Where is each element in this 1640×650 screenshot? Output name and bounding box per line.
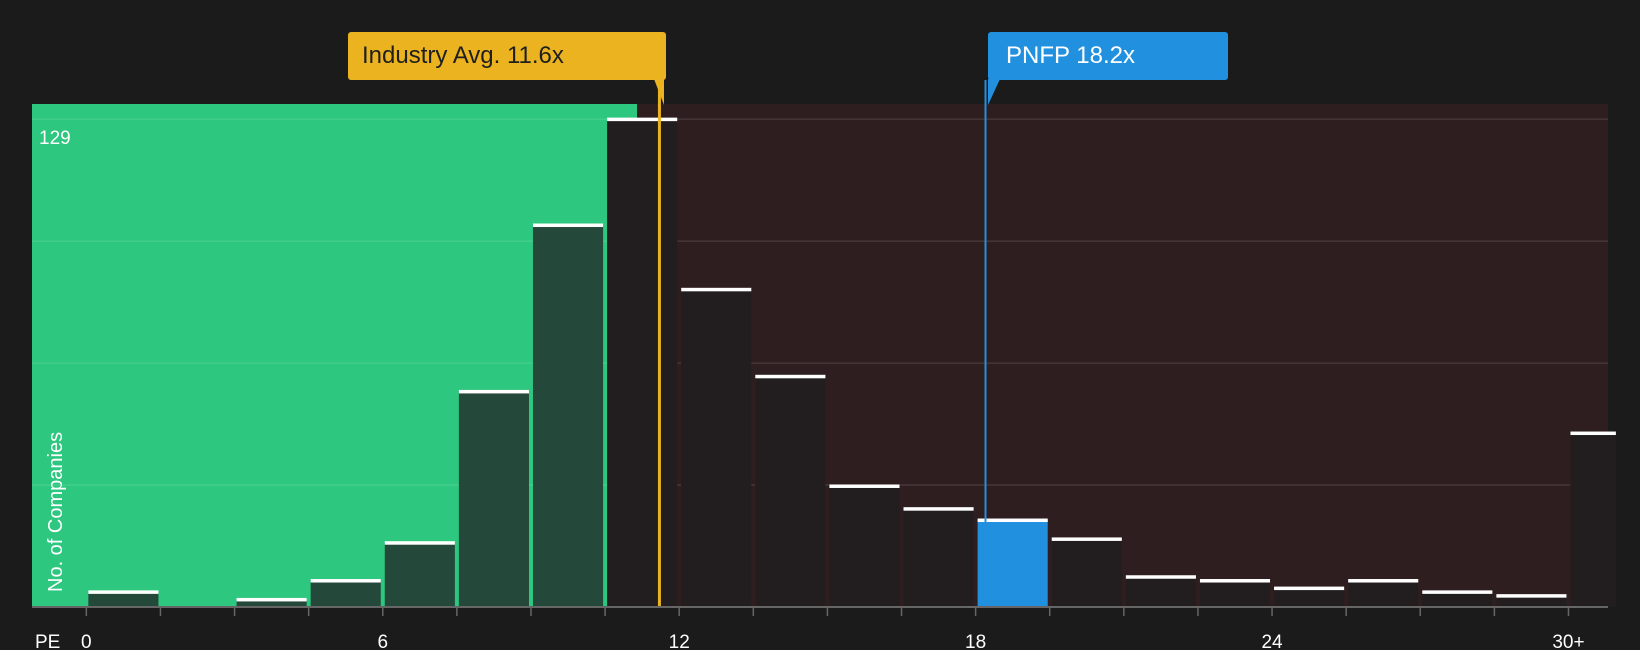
bar-cap [829, 484, 900, 488]
bar-fill [1570, 433, 1616, 607]
histogram-bar [458, 389, 529, 607]
x-tick-label: 18 [965, 632, 986, 650]
bar-cap [755, 374, 826, 379]
bar-fill [903, 508, 974, 607]
industry-average-callout: Industry Avg. 11.6x [348, 32, 666, 80]
histogram-bar [310, 579, 381, 607]
bar-cap [1125, 575, 1196, 579]
histogram-bar [236, 597, 307, 607]
histogram-bar [1199, 579, 1271, 607]
bar-cap [1570, 431, 1616, 436]
bar-fill [977, 520, 1048, 607]
bar-fill [458, 391, 529, 607]
bar-fill [1051, 538, 1122, 607]
histogram-bar [1570, 431, 1616, 607]
histogram-bar [829, 484, 900, 607]
histogram-bar [88, 590, 159, 607]
company-callout-pointer [988, 79, 1000, 105]
bar-cap [977, 518, 1048, 523]
bar-cap [458, 389, 529, 394]
bar-cap [1199, 579, 1271, 583]
bar-fill [88, 591, 159, 607]
x-axis-metric-label: PE [35, 632, 60, 650]
histogram-bar [607, 117, 678, 608]
bar-fill [1422, 591, 1493, 607]
histogram-bar [1348, 579, 1419, 607]
bar-cap [1051, 537, 1122, 541]
bar-fill [829, 485, 900, 607]
histogram-bar [977, 518, 1048, 607]
x-tick-label: 24 [1261, 632, 1283, 650]
histogram-bar [1125, 575, 1196, 607]
histogram-bar [1496, 594, 1567, 607]
x-tick-label: 6 [377, 632, 388, 650]
histogram-bar [384, 541, 455, 607]
bar-fill [1348, 580, 1419, 607]
bar-cap [1422, 590, 1493, 594]
bar-cap [1274, 586, 1345, 591]
bar-fill [1125, 576, 1196, 607]
bar-cap [532, 223, 604, 228]
industry-callout-pointer [654, 79, 664, 105]
bar-cap [1496, 594, 1567, 598]
bar-cap [88, 590, 159, 594]
bar-fill [1199, 580, 1271, 607]
y-axis-max-label: 129 [39, 128, 71, 149]
bar-fill [384, 542, 455, 607]
x-tick-label: 12 [669, 632, 690, 650]
x-tick-label: 0 [81, 632, 92, 650]
y-axis-title: No. of Companies [45, 432, 67, 592]
bar-cap [607, 117, 678, 122]
bar-fill [681, 289, 752, 607]
bar-fill [755, 376, 826, 607]
histogram-bar [532, 223, 604, 607]
bar-cap [1348, 579, 1419, 583]
histogram-bar [1422, 590, 1493, 607]
histogram-bar [681, 287, 752, 607]
bar-fill [310, 580, 381, 607]
bar-fill [607, 119, 678, 608]
company-pe-callout: PNFP 18.2x [988, 32, 1228, 80]
x-tick-label: 30+ [1552, 632, 1584, 650]
bar-fill [1274, 588, 1345, 607]
bar-cap [310, 579, 381, 583]
histogram-bar [1051, 537, 1122, 607]
pe-distribution-chart: 0 6 12 18 24 30+ 129 No. of Companies PE [0, 0, 1640, 650]
histogram-bar [903, 507, 974, 607]
bar-cap [384, 541, 455, 545]
bar-cap [236, 597, 307, 602]
bar-cap [903, 507, 974, 511]
bar-fill [532, 225, 604, 607]
bar-cap [681, 287, 752, 292]
histogram-bar [755, 374, 826, 607]
histogram-bar [1274, 586, 1345, 607]
